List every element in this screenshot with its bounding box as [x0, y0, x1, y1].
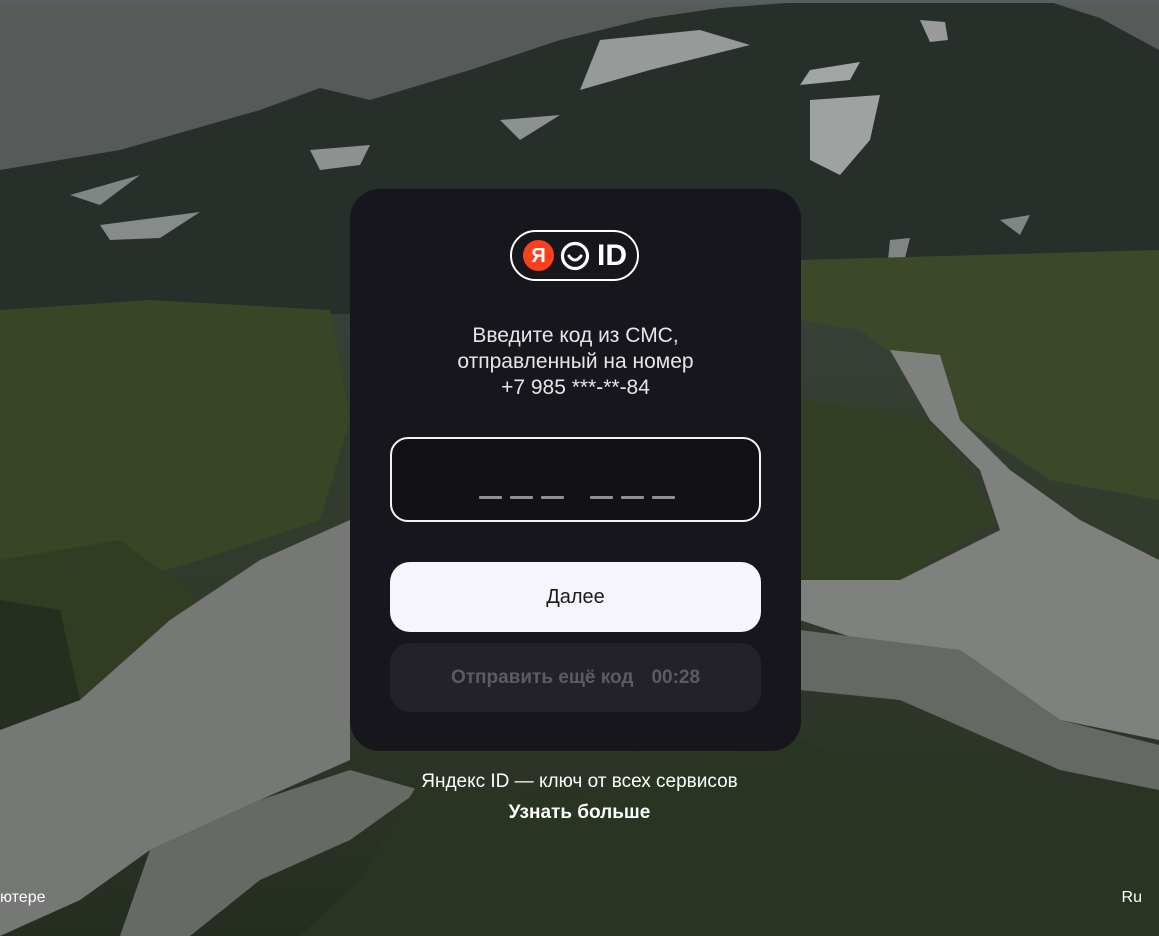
code-digit-placeholder: [510, 496, 533, 499]
footer-left-link[interactable]: ютере: [0, 889, 46, 907]
code-digit-placeholder: [541, 496, 564, 499]
resend-code-button[interactable]: Отправить ещё код 00:28: [390, 643, 761, 712]
learn-more-label: Узнать больше: [508, 802, 651, 823]
yandex-id-logo[interactable]: Я ID: [510, 230, 639, 281]
code-digit-placeholder: [652, 496, 675, 499]
sms-code-input[interactable]: [390, 437, 761, 522]
yandex-logo-icon: Я: [523, 240, 554, 271]
language-switcher[interactable]: Ru: [1122, 889, 1142, 907]
promo-tagline: Яндекс ID — ключ от всех сервисов: [421, 771, 738, 792]
code-digit-placeholder: [479, 496, 502, 499]
prompt-line-1: Введите код из СМС,: [472, 324, 679, 347]
code-digit-placeholder: [621, 496, 644, 499]
id-wordmark: ID: [597, 238, 627, 272]
masked-phone-number: +7 985 ***-**-84: [501, 376, 650, 399]
smile-icon: [560, 241, 590, 270]
prompt-line-2: отправленный на номер: [457, 350, 694, 373]
browser-top-edge: [0, 0, 1159, 3]
next-button[interactable]: Далее: [390, 562, 761, 632]
sms-prompt: Введите код из СМС, отправленный на номе…: [350, 323, 801, 401]
login-card: Я ID Введите код из СМС, отправленный на…: [350, 189, 801, 751]
code-digit-placeholder: [590, 496, 613, 499]
resend-timer: 00:28: [651, 666, 701, 688]
learn-more-link[interactable]: Узнать больше: [0, 802, 1159, 824]
next-button-label: Далее: [546, 585, 605, 608]
resend-button-label: Отправить ещё код: [450, 666, 634, 688]
